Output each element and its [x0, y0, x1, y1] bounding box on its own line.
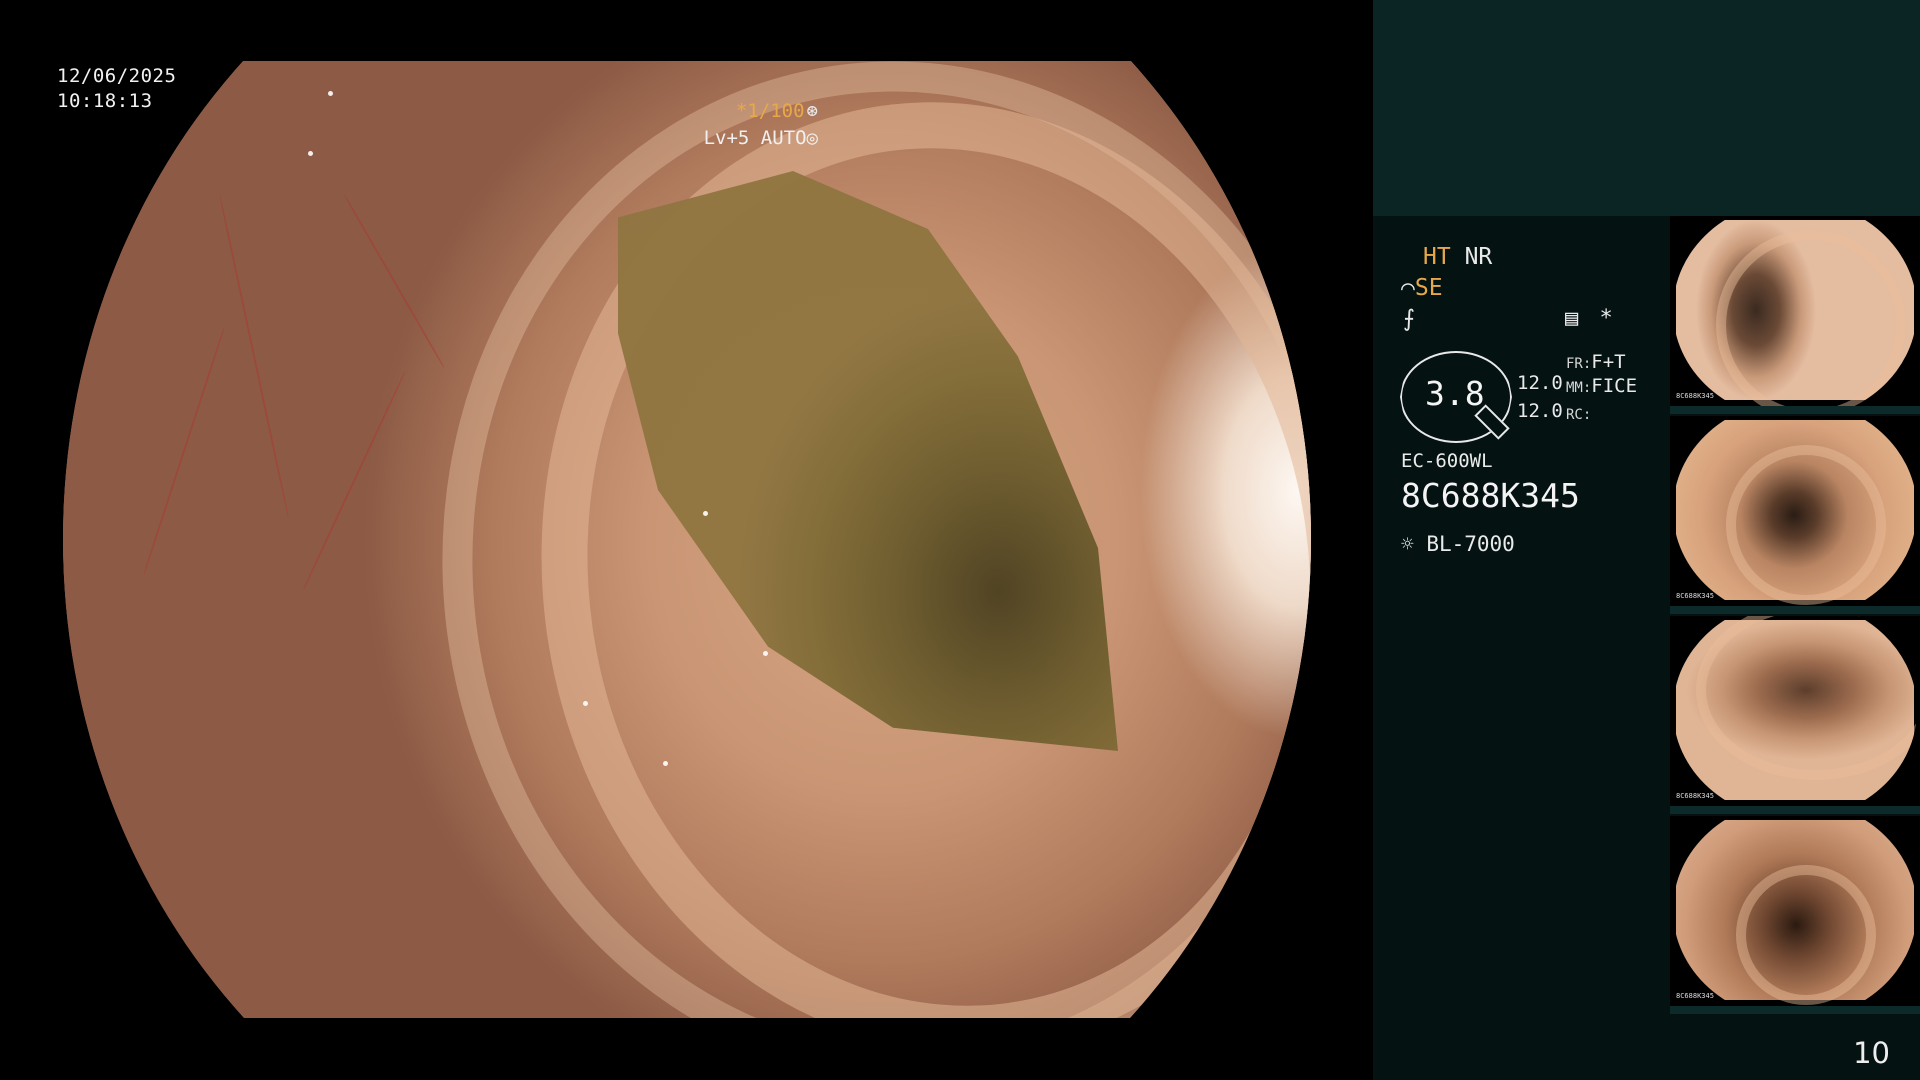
scope-model: EC-600WL — [1401, 450, 1493, 472]
exposure-level-value: Lv+5 AUTO — [703, 127, 807, 149]
side-info-panel: HT NR ⌒SE ⨍ ▤ * 3.8 12.0 12.0 FR:F+T MM:… — [1373, 0, 1920, 1080]
rc-label: RC: — [1566, 407, 1592, 423]
zoom-value: 3.8 — [1425, 374, 1485, 413]
specular-highlight — [328, 91, 333, 96]
blood-vessel — [142, 327, 226, 575]
fr-value: F+T — [1591, 351, 1626, 373]
structure-enhance-icon: ⌒ — [1401, 275, 1415, 301]
thumbnail-fold — [1696, 616, 1917, 780]
ht-nr-row: HT NR — [1423, 244, 1492, 270]
capture-timestamp: 12/06/2025 10:18:13 — [57, 64, 176, 114]
thumbnail-caption: 8C688K345 — [1676, 592, 1714, 600]
side-panel-header-area — [1373, 0, 1920, 216]
shutter-speed: *1/100 ⊛ — [736, 100, 818, 122]
thumbnail-caption: 8C688K345 — [1676, 992, 1714, 1000]
thumbnail-image — [1676, 420, 1914, 605]
blood-vessel — [302, 371, 406, 591]
mm-label: MM: — [1566, 380, 1592, 396]
thumbnail-1[interactable]: 8C688K345 — [1670, 216, 1920, 414]
light-source-model: BL-7000 — [1426, 532, 1515, 556]
thumbnail-3[interactable]: 8C688K345 — [1670, 616, 1920, 814]
exposure-level: Lv+5 AUTO◎ — [704, 127, 818, 149]
thumbnail-fold — [1726, 445, 1886, 605]
shutter-icon: ⊛ — [806, 100, 818, 122]
value-2: 12.0 — [1517, 400, 1563, 422]
mm-value: FICE — [1591, 375, 1638, 397]
mode-icon: ▤ — [1565, 306, 1579, 331]
capture-date: 12/06/2025 — [57, 65, 177, 87]
function-icon-row: ⨍ — [1403, 306, 1415, 332]
fr-label: FR: — [1566, 356, 1592, 372]
specular-highlight — [703, 511, 708, 516]
mm-row: MM:FICE — [1566, 375, 1637, 397]
ht-indicator: HT — [1423, 244, 1451, 270]
specular-highlight — [583, 701, 588, 706]
auto-exposure-icon: ◎ — [806, 127, 818, 149]
scope-serial: 8C688K345 — [1401, 476, 1580, 515]
mode-row: ▤ * — [1565, 306, 1613, 331]
light-source-row: ☼ BL-7000 — [1401, 532, 1515, 556]
thumbnail-image — [1676, 220, 1914, 406]
thumbnail-4[interactable]: 8C688K345 — [1670, 816, 1920, 1014]
se-row: ⌒SE — [1401, 275, 1443, 301]
fr-row: FR:F+T — [1566, 351, 1626, 373]
value-1: 12.0 — [1517, 372, 1563, 394]
thumbnail-fold — [1736, 865, 1876, 1005]
function-icon: ⨍ — [1403, 306, 1415, 332]
thumbnail-image — [1676, 820, 1914, 1005]
thumbnail-fold — [1716, 230, 1906, 406]
blood-vessel — [343, 193, 445, 369]
blood-vessel — [218, 194, 290, 518]
specular-highlight — [308, 151, 313, 156]
thumbnail-2[interactable]: 8C688K345 — [1670, 416, 1920, 614]
thumbnail-caption: 8C688K345 — [1676, 392, 1714, 400]
shutter-speed-value: *1/100 — [735, 100, 805, 122]
page-number: 10 — [1853, 1036, 1890, 1070]
mode-star: * — [1599, 306, 1613, 331]
nr-indicator: NR — [1464, 244, 1493, 270]
endoscope-live-image — [63, 61, 1311, 1018]
specular-highlight — [763, 651, 768, 656]
thumbnail-caption: 8C688K345 — [1676, 792, 1714, 800]
main-endoscope-view: 12/06/2025 10:18:13 *1/100 ⊛ Lv+5 AUTO◎ — [0, 0, 1373, 1080]
specular-highlight — [663, 761, 668, 766]
thumbnail-image — [1676, 616, 1917, 800]
capture-time: 10:18:13 — [57, 90, 153, 112]
light-source-icon: ☼ — [1401, 532, 1414, 556]
se-indicator: SE — [1414, 275, 1443, 301]
rc-row: RC: — [1566, 402, 1591, 424]
